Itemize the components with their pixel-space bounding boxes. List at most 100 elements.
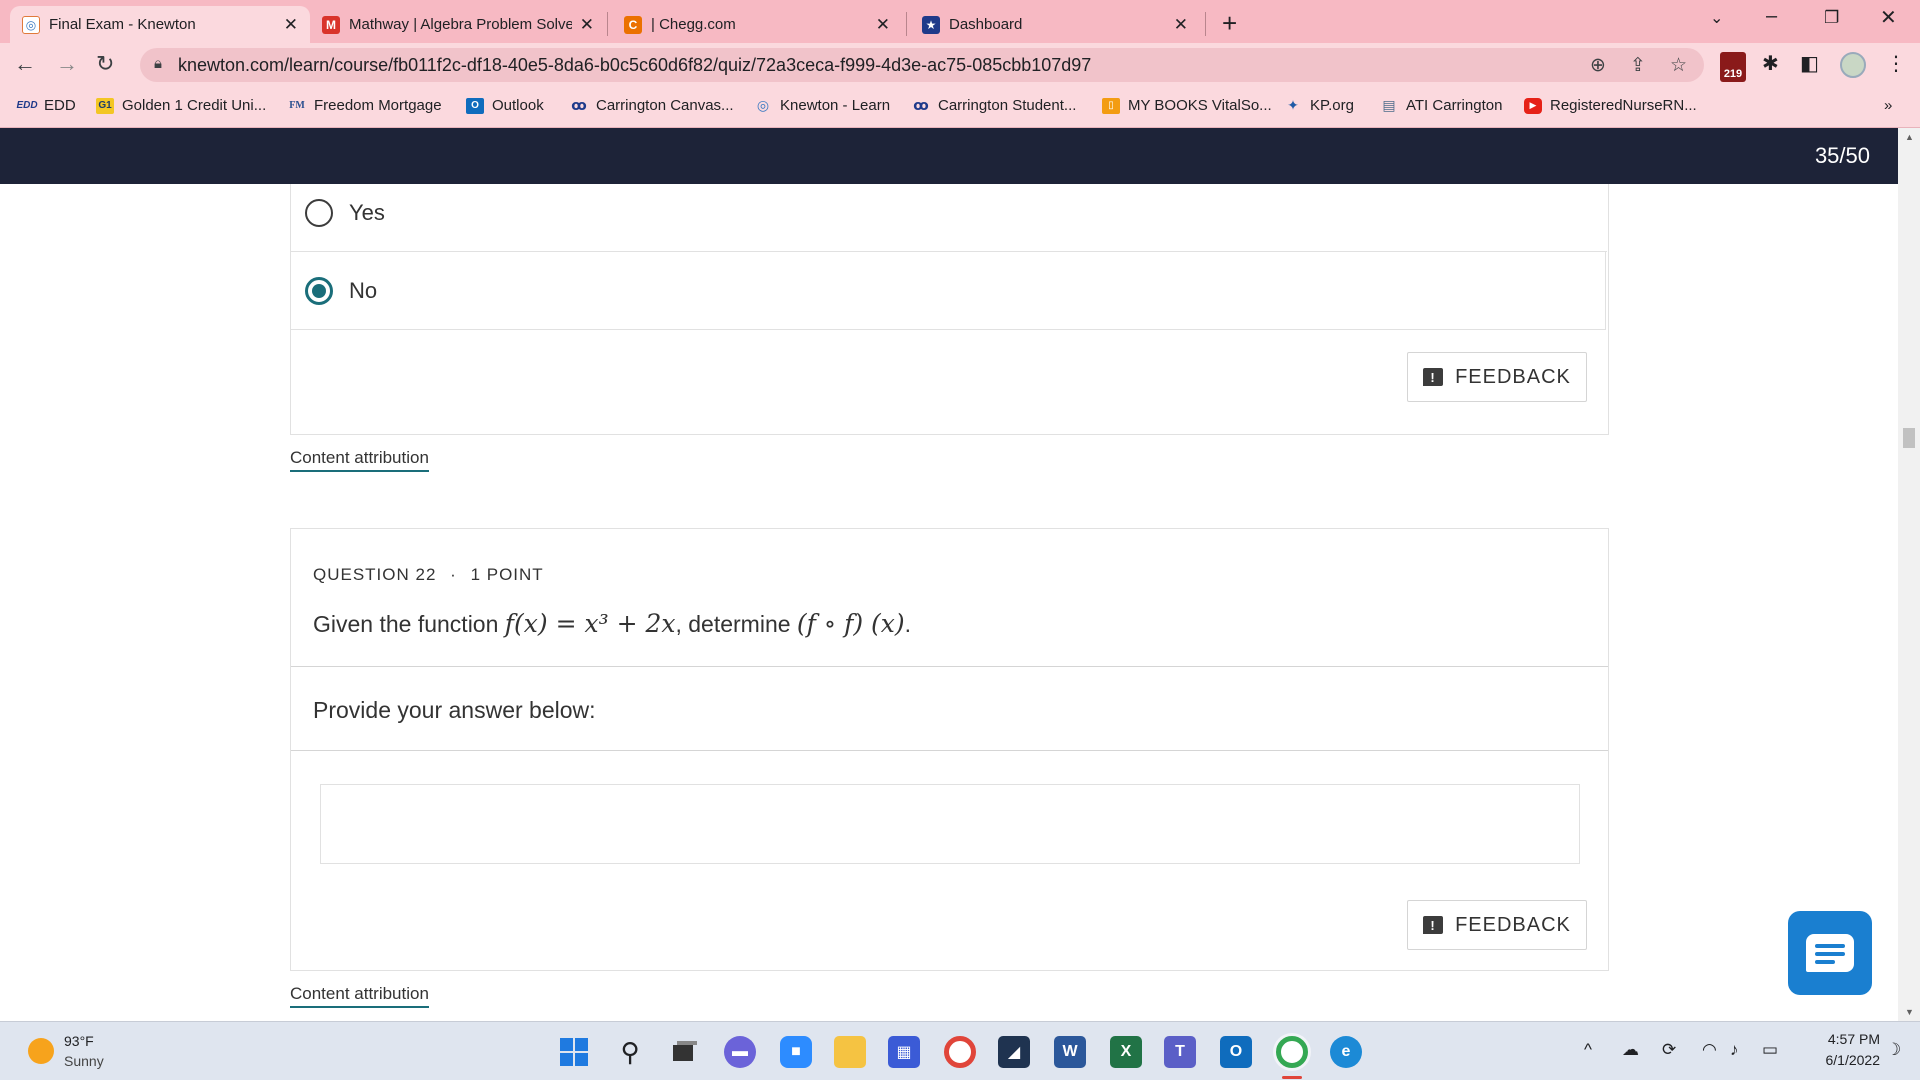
back-icon[interactable]: ← [14, 51, 36, 77]
new-tab-button[interactable]: + [1222, 8, 1237, 39]
question-progress: 35/50 [1814, 143, 1870, 168]
feedback-button[interactable]: ! FEEDBACK [1407, 352, 1587, 402]
chat-teams-icon[interactable]: ▬ [724, 1036, 756, 1068]
quiz-header: 35/50 [0, 128, 1898, 184]
bookmark-carrington-canvas[interactable]: ꝏ Carrington Canvas... [570, 97, 734, 114]
bookmark-outlook[interactable]: O Outlook [466, 97, 544, 114]
edd-icon: EDD [16, 100, 38, 111]
share-icon[interactable]: ⇪ [1630, 54, 1646, 77]
chrome-active-icon[interactable] [1276, 1036, 1308, 1068]
option-no[interactable]: No [291, 252, 1606, 330]
tab-chegg[interactable]: C | Chegg.com ✕ [612, 6, 902, 43]
bookmark-star-icon[interactable]: ☆ [1670, 54, 1687, 77]
microsoft-store-icon[interactable]: ▦ [888, 1036, 920, 1068]
minimize-icon[interactable]: – [1766, 5, 1777, 28]
bookmark-knewton-learn[interactable]: ◎ Knewton - Learn [754, 97, 890, 114]
close-icon[interactable]: ✕ [1174, 15, 1188, 35]
tab-dashboard[interactable]: ★ Dashboard ✕ [910, 6, 1200, 43]
tab-search-icon[interactable]: ⌄ [1710, 8, 1723, 28]
zoom-app-icon[interactable]: ■ [780, 1036, 812, 1068]
mathway-icon: M [322, 15, 340, 34]
content-attribution-link[interactable]: Content attribution [290, 448, 429, 472]
bookmarks-overflow-icon[interactable]: » [1884, 97, 1892, 114]
page-scrollbar[interactable]: ▲ ▼ [1898, 128, 1920, 1021]
bookmark-registered-nurse[interactable]: ▶ RegisteredNurseRN... [1524, 97, 1697, 114]
address-bar[interactable]: 🔒︎ knewton.com/learn/course/fb011f2c-df1… [140, 48, 1704, 82]
question-text-middle: , determine [675, 611, 797, 637]
scroll-up-icon[interactable]: ▲ [1905, 132, 1914, 142]
url-text[interactable]: knewton.com/learn/course/fb011f2c-df18-4… [178, 55, 1091, 76]
close-icon[interactable]: ✕ [580, 15, 594, 35]
feedback-button[interactable]: ! FEEDBACK [1407, 900, 1587, 950]
zoom-icon[interactable]: ⊕ [1590, 54, 1606, 77]
sync-icon[interactable]: ⟳ [1662, 1040, 1676, 1060]
bookmark-vitalsource[interactable]: ▯ MY BOOKS VitalSo... [1102, 97, 1272, 114]
knewton-icon: ◎ [756, 97, 770, 113]
notification-moon-icon[interactable]: ☽ [1886, 1040, 1901, 1060]
teams-icon[interactable]: T [1164, 1036, 1196, 1068]
clock-time[interactable]: 4:57 PM [1810, 1031, 1880, 1047]
feedback-icon: ! [1423, 368, 1444, 386]
forward-icon[interactable]: → [56, 51, 78, 77]
clock-date[interactable]: 6/1/2022 [1800, 1052, 1881, 1068]
windows-start-icon[interactable] [558, 1036, 590, 1068]
file-explorer-icon[interactable] [834, 1036, 866, 1068]
content-attribution-link[interactable]: Content attribution [290, 984, 429, 1008]
weather-temperature[interactable]: 93°F [64, 1033, 94, 1049]
question-text-suffix: . [904, 611, 912, 637]
radio-no-selected[interactable] [305, 276, 333, 305]
restore-icon[interactable]: ❐ [1824, 8, 1839, 28]
bookmark-label: MY BOOKS VitalSo... [1128, 97, 1272, 114]
chrome-icon[interactable] [944, 1036, 976, 1068]
bookmark-freedom-mortgage[interactable]: FM Freedom Mortgage [288, 97, 442, 114]
function-expression: f(x) = x³ + 2x [504, 609, 676, 638]
word-icon[interactable]: W [1054, 1036, 1086, 1068]
window-close-icon[interactable]: ✕ [1880, 5, 1897, 30]
bookmark-carrington-student[interactable]: ꝏ Carrington Student... [912, 97, 1076, 114]
bookmark-golden1[interactable]: G1 Golden 1 Credit Uni... [96, 97, 266, 114]
bookmark-label: Carrington Canvas... [596, 97, 734, 114]
volume-icon[interactable]: ♪ [1730, 1040, 1739, 1060]
chat-button[interactable] [1788, 911, 1872, 995]
excel-icon[interactable]: X [1110, 1036, 1142, 1068]
extensions-puzzle-icon[interactable]: ✱ [1762, 51, 1779, 76]
close-icon[interactable]: ✕ [876, 15, 890, 35]
feedback-icon: ! [1423, 916, 1444, 934]
option-yes[interactable]: Yes [291, 184, 1607, 252]
onedrive-icon[interactable]: ☁ [1622, 1040, 1639, 1060]
chegg-icon: C [624, 15, 642, 34]
search-icon[interactable]: ⚲ [614, 1036, 646, 1068]
kp-icon: ✦ [1287, 97, 1299, 113]
bookmark-label: KP.org [1310, 97, 1354, 114]
profile-avatar[interactable] [1840, 52, 1866, 78]
menu-kebab-icon[interactable]: ⋮ [1886, 51, 1906, 76]
outlook-icon[interactable]: O [1220, 1036, 1252, 1068]
bookmark-kp[interactable]: ✦ KP.org [1284, 97, 1354, 114]
bookmarks-bar: EDD EDD G1 Golden 1 Credit Uni... FM Fre… [0, 87, 1920, 128]
feedback-label: FEEDBACK [1455, 365, 1571, 388]
reload-icon[interactable]: ↻ [96, 51, 114, 77]
extension-badge[interactable]: 219 [1720, 52, 1746, 82]
bookmark-edd[interactable]: EDD EDD [16, 97, 75, 114]
edge-icon[interactable]: e [1330, 1036, 1362, 1068]
weather-description[interactable]: Sunny [64, 1053, 104, 1069]
tab-separator [906, 12, 907, 36]
task-view-icon[interactable] [668, 1036, 700, 1068]
tab-final-exam[interactable]: ◎ Final Exam - Knewton ✕ [10, 6, 310, 43]
lock-icon: 🔒︎ [154, 55, 162, 72]
tab-mathway[interactable]: M Mathway | Algebra Problem Solve ✕ [310, 6, 606, 43]
side-panel-icon[interactable]: ◧ [1800, 51, 1819, 76]
close-icon[interactable]: ✕ [284, 15, 298, 35]
answer-input[interactable] [320, 784, 1580, 864]
scroll-down-icon[interactable]: ▼ [1905, 1007, 1914, 1017]
wifi-icon[interactable]: ◠ [1702, 1040, 1717, 1060]
radio-yes[interactable] [305, 198, 333, 227]
bookmark-ati[interactable]: ▤ ATI Carrington [1380, 97, 1502, 114]
question-number: QUESTION 22 [313, 565, 437, 584]
tray-chevron-icon[interactable]: ^ [1584, 1040, 1592, 1060]
sun-icon[interactable] [28, 1038, 54, 1064]
bookmark-label: Freedom Mortgage [314, 97, 442, 114]
battery-icon[interactable]: ▭ [1762, 1040, 1778, 1060]
scroll-thumb[interactable] [1903, 428, 1915, 448]
sketch-icon[interactable]: ◢ [998, 1036, 1030, 1068]
